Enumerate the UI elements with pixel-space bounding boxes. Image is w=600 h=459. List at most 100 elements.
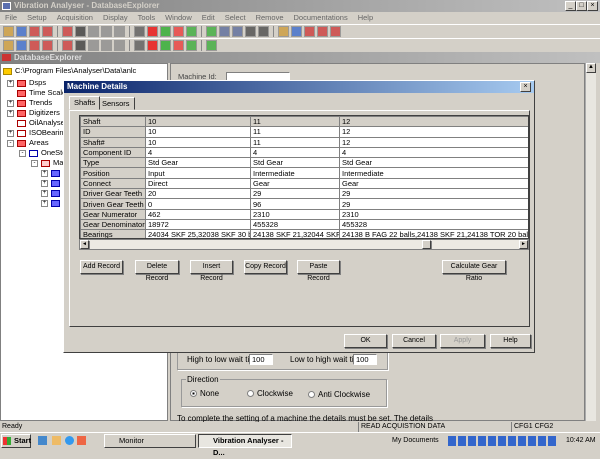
- paste-record-button[interactable]: Paste Record: [297, 260, 340, 282]
- grid-cell[interactable]: 10: [145, 126, 251, 138]
- secondary-tool-icon-10[interactable]: [134, 40, 145, 51]
- close-button[interactable]: ×: [587, 1, 598, 11]
- grid-cell[interactable]: 2310: [339, 208, 528, 220]
- collapse-icon[interactable]: -: [19, 149, 26, 157]
- grid-cell[interactable]: 24138 SKF 21,32044 SKF 29: [250, 229, 340, 238]
- grid-cell[interactable]: 11: [250, 136, 340, 148]
- calculate-gear-ratio-button[interactable]: Calculate Gear Ratio: [442, 260, 506, 282]
- main-tool-icon-8[interactable]: [101, 26, 112, 37]
- horizontal-scrollbar[interactable]: ◄ ►: [79, 239, 529, 250]
- grid-cell[interactable]: Gear: [339, 177, 528, 190]
- grid-cell[interactable]: 24138 B FAG 22 balls,24138 SKF 21,24138 …: [339, 229, 528, 238]
- menu-acquisition[interactable]: Acquisition: [52, 12, 98, 24]
- grid-cell[interactable]: 24034 SKF 25,32038 SKF 30 ball: [145, 229, 251, 238]
- grid-row-header[interactable]: Bearings: [80, 229, 146, 238]
- copy-record-button[interactable]: Copy Record: [244, 260, 287, 274]
- main-tool-icon-19[interactable]: [258, 26, 269, 37]
- grid-row-header[interactable]: Position: [80, 167, 146, 179]
- taskbar-vibration-analyser[interactable]: Vibration Analyser - D...: [198, 434, 292, 457]
- grid-cell[interactable]: 0: [145, 198, 251, 210]
- expand-icon[interactable]: +: [7, 79, 14, 87]
- browser-icon[interactable]: [65, 436, 74, 445]
- grid-row-header[interactable]: Driver Gear Teeth: [80, 188, 146, 200]
- grid-cell[interactable]: 18972: [145, 218, 251, 231]
- grid-cell[interactable]: Intermediate: [250, 167, 340, 179]
- secondary-tool-icon-7[interactable]: [88, 40, 99, 51]
- main-tool-icon-2[interactable]: [16, 26, 27, 37]
- grid-cell[interactable]: Input: [145, 167, 251, 179]
- tree-item-dsps[interactable]: + Dsps: [7, 78, 46, 88]
- menu-remove[interactable]: Remove: [251, 12, 289, 24]
- tab-sensors[interactable]: Sensors: [97, 97, 135, 110]
- scroll-right-button[interactable]: ►: [519, 240, 528, 249]
- tree-item-digitizers[interactable]: + Digitizers: [7, 108, 60, 118]
- main-tool-icon-16[interactable]: [219, 26, 230, 37]
- email-icon[interactable]: [77, 436, 86, 445]
- tree-root[interactable]: C:\Program Files\Analyser\Data\anlc: [3, 66, 136, 76]
- grid-cell[interactable]: Direct: [145, 177, 251, 190]
- radio-none[interactable]: None: [190, 389, 219, 398]
- grid-row-header[interactable]: Shaft#: [80, 136, 146, 148]
- main-tool-icon-7[interactable]: [88, 26, 99, 37]
- grid-cell[interactable]: 10: [145, 116, 251, 128]
- grid-cell[interactable]: 11: [250, 126, 340, 138]
- scroll-up-button[interactable]: ▲: [586, 63, 596, 73]
- menu-help[interactable]: Help: [353, 12, 378, 24]
- grid-cell[interactable]: 12: [339, 126, 528, 138]
- ok-button[interactable]: OK: [344, 334, 387, 348]
- main-tool-icon-5[interactable]: [62, 26, 73, 37]
- expand-icon[interactable]: +: [7, 99, 14, 107]
- main-tool-icon-1[interactable]: [3, 26, 14, 37]
- secondary-tool-icon-1[interactable]: [3, 40, 14, 51]
- secondary-tool-icon-14[interactable]: [186, 40, 197, 51]
- grid-cell[interactable]: Intermediate: [339, 167, 528, 179]
- radio-clockwise[interactable]: Clockwise: [247, 389, 293, 398]
- grid-cell[interactable]: Std Gear: [145, 157, 251, 169]
- minimize-button[interactable]: _: [565, 1, 576, 11]
- grid-cell[interactable]: 12: [339, 116, 528, 128]
- tree-item-iso-bearings[interactable]: + ISOBearings: [7, 128, 72, 138]
- main-tool-icon-12[interactable]: [160, 26, 171, 37]
- grid-cell[interactable]: Std Gear: [339, 157, 528, 169]
- insert-record-button[interactable]: Insert Record: [190, 260, 233, 282]
- grid-cell[interactable]: 11: [250, 116, 340, 128]
- tree-item-areas[interactable]: - Areas: [7, 138, 49, 148]
- grid-cell[interactable]: 96: [250, 198, 340, 210]
- grid-row-header[interactable]: Connect: [80, 177, 146, 190]
- main-tool-icon-14[interactable]: [186, 26, 197, 37]
- grid-cell[interactable]: 29: [339, 198, 528, 210]
- cancel-button[interactable]: Cancel: [392, 334, 436, 348]
- collapse-icon[interactable]: -: [31, 159, 38, 167]
- high-low-input[interactable]: 100: [249, 354, 273, 365]
- secondary-tool-icon-2[interactable]: [16, 40, 27, 51]
- menu-window[interactable]: Window: [160, 12, 197, 24]
- grid-row-header[interactable]: Shaft: [80, 116, 146, 128]
- main-tool-icon-10[interactable]: [134, 26, 145, 37]
- grid-row-header[interactable]: ID: [80, 126, 146, 138]
- grid-cell[interactable]: 2310: [250, 208, 340, 220]
- add-record-button[interactable]: Add Record: [80, 260, 123, 274]
- menu-edit[interactable]: Edit: [197, 12, 220, 24]
- secondary-tool-icon-3[interactable]: [29, 40, 40, 51]
- main-tool-icon-17[interactable]: [232, 26, 243, 37]
- main-tool-icon-20[interactable]: [278, 26, 289, 37]
- main-tool-icon-21[interactable]: [291, 26, 302, 37]
- grid-row-header[interactable]: Gear Denominator: [80, 218, 146, 231]
- main-tool-icon-18[interactable]: [245, 26, 256, 37]
- scroll-thumb[interactable]: [422, 240, 431, 249]
- menu-setup[interactable]: Setup: [22, 12, 52, 24]
- radio-anti-clockwise[interactable]: Anti Clockwise: [308, 390, 370, 399]
- grid-cell[interactable]: 462: [145, 208, 251, 220]
- main-tool-icon-24[interactable]: [330, 26, 341, 37]
- tab-shafts[interactable]: Shafts: [69, 96, 101, 110]
- secondary-tool-icon-13[interactable]: [173, 40, 184, 51]
- menu-display[interactable]: Display: [98, 12, 133, 24]
- quicklaunch-icon[interactable]: [38, 436, 47, 445]
- tree-item-trends[interactable]: + Trends: [7, 98, 52, 108]
- expand-icon[interactable]: +: [7, 129, 14, 137]
- delete-record-button[interactable]: Delete Record: [135, 260, 179, 282]
- main-tool-icon-23[interactable]: [317, 26, 328, 37]
- main-tool-icon-15[interactable]: [206, 26, 217, 37]
- shafts-grid[interactable]: Shaft 10 11 12 ID 10 11 12 Shaft# 10 11 12 Component…: [79, 115, 529, 239]
- grid-cell[interactable]: 4: [145, 146, 251, 159]
